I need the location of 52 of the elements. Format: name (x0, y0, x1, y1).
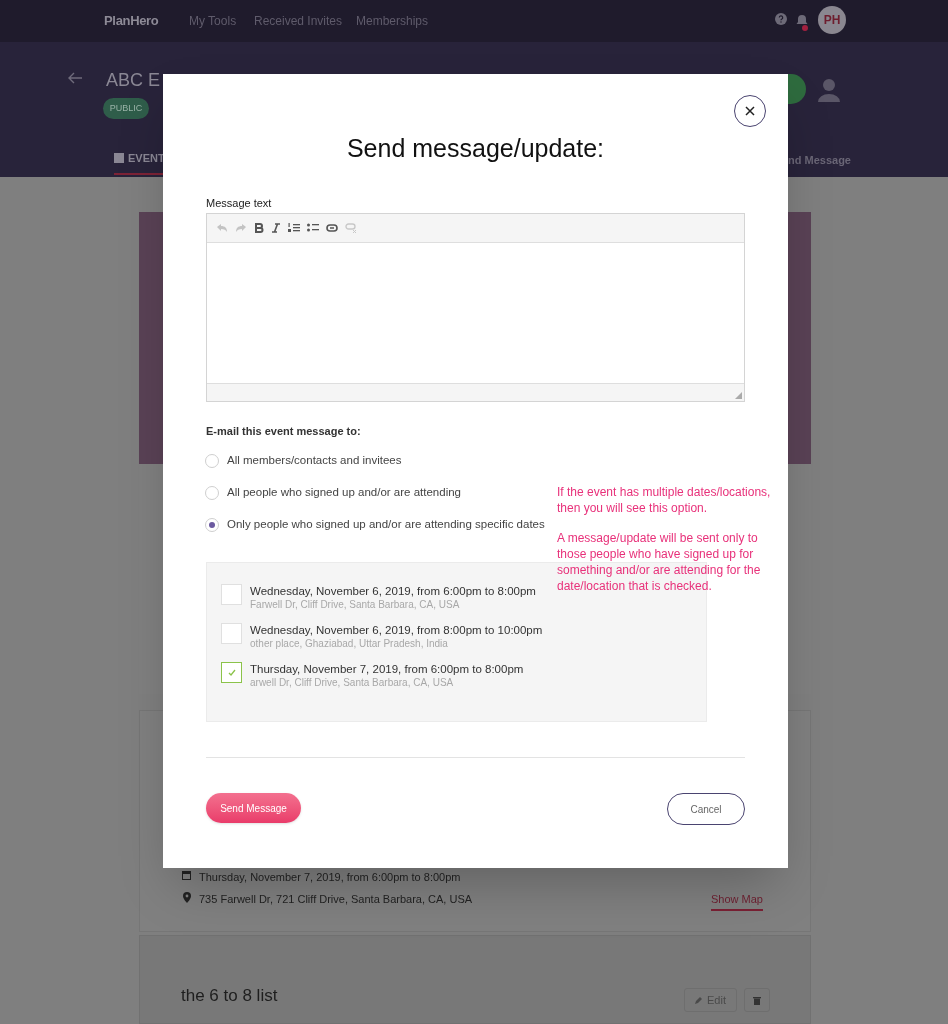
link-icon[interactable] (326, 224, 338, 232)
user-avatar[interactable]: PH (818, 6, 846, 34)
send-message-button[interactable]: Send Message (206, 793, 301, 823)
section-label: E-mail this event message to: (206, 424, 361, 439)
date-location: Farwell Dr, Cliff Drive, Santa Barbara, CA, USA (250, 598, 461, 612)
date-time: Thursday, November 7, 2019, from 6:00pm to 8:00pm (250, 662, 524, 676)
date-time: Wednesday, November 6, 2019, from 6:00pm to 8:00pm (250, 584, 536, 598)
radio-button[interactable] (205, 517, 219, 532)
list-title: the 6 to 8 list (181, 985, 278, 1007)
delete-button[interactable] (744, 988, 770, 1012)
modal-title: Send message/update: (346, 133, 605, 164)
nav-link[interactable]: Memberships (356, 12, 429, 30)
bullet-list-icon[interactable] (307, 223, 319, 233)
date-location: arwell Dr, Cliff Drive, Santa Barbara, CA, USA (250, 676, 455, 690)
trash-icon (753, 995, 761, 1005)
location-pin-icon (183, 892, 191, 903)
checkbox[interactable] (221, 623, 242, 644)
pencil-icon (695, 996, 703, 1004)
send-message-tab[interactable]: nd Message (788, 152, 851, 169)
radio-option[interactable]: Only people who signed up and/or are attending specific dates (205, 516, 545, 534)
numbered-list-icon[interactable] (288, 223, 300, 233)
resize-handle-icon[interactable] (735, 392, 742, 399)
brand-logo[interactable]: PlanHero (104, 11, 159, 31)
radio-button[interactable] (205, 453, 219, 468)
event-address: 735 Farwell Dr, 721 Cliff Drive, Santa Barbara, CA, USA (199, 892, 473, 907)
calendar-icon (182, 870, 191, 880)
radio-option[interactable]: All people who signed up and/or are attending (205, 484, 461, 502)
bold-icon[interactable] (254, 223, 264, 233)
event-title: ABC E (106, 69, 161, 92)
checkbox[interactable] (221, 584, 242, 605)
bell-icon[interactable] (795, 12, 809, 32)
close-icon (745, 106, 755, 116)
user-icon[interactable] (817, 78, 841, 102)
date-time: Wednesday, November 6, 2019, from 8:00pm to 10:00pm (250, 623, 543, 637)
date-location: other place, Ghaziabad, Uttar Pradesh, India (250, 637, 449, 651)
nav-link[interactable]: My Tools (189, 12, 237, 30)
event-date: Thursday, November 7, 2019, from 6:00pm to 8:00pm (199, 870, 461, 885)
field-label: Message text (206, 196, 272, 211)
annotation-note: If the event has multiple dates/locations, then you will see this option. (557, 484, 772, 516)
italic-icon[interactable] (271, 223, 281, 233)
undo-icon[interactable] (216, 223, 228, 233)
checkbox[interactable] (221, 662, 242, 683)
checkmark-icon (227, 669, 236, 676)
radio-button[interactable] (205, 485, 219, 500)
nav-link[interactable]: Received Invites (254, 12, 343, 30)
help-icon[interactable] (775, 13, 787, 25)
public-badge: PUBLIC (103, 98, 149, 119)
annotation-note: A message/update will be sent only to those people who have signed up for something and/or are attending for the date/location that is checked. (557, 530, 762, 594)
redo-icon[interactable] (235, 223, 247, 233)
back-arrow-icon[interactable] (67, 72, 83, 84)
radio-option[interactable]: All members/contacts and invitees (205, 452, 402, 470)
show-map-link[interactable]: Show Map (711, 891, 763, 911)
